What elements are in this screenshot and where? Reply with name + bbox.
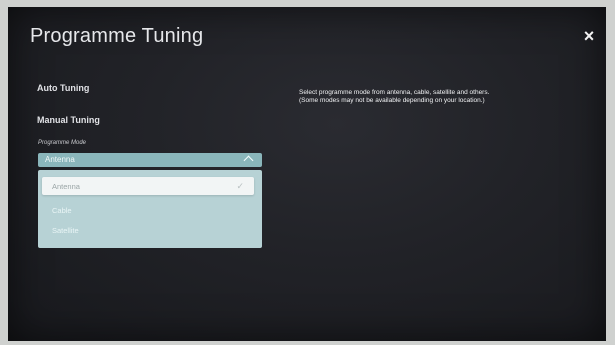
option-label: Satellite: [52, 226, 79, 235]
tv-screen: Programme Tuning × Auto Tuning Manual Tu…: [8, 7, 606, 341]
chevron-up-icon: [243, 155, 254, 166]
check-icon: ✓: [236, 181, 244, 191]
menu-item-manual-tuning[interactable]: Manual Tuning: [37, 115, 100, 125]
option-cable[interactable]: Cable: [42, 201, 254, 219]
close-icon[interactable]: ×: [580, 27, 598, 45]
menu-item-auto-tuning[interactable]: Auto Tuning: [37, 83, 89, 93]
option-label: Cable: [52, 206, 72, 215]
option-label: Antenna: [52, 182, 80, 191]
help-description-line: Select programme mode from antenna, cabl…: [299, 89, 490, 96]
option-satellite[interactable]: Satellite: [42, 221, 254, 239]
option-antenna[interactable]: Antenna ✓: [42, 177, 254, 195]
page-title: Programme Tuning: [30, 25, 204, 47]
programme-mode-selected-value: Antenna: [45, 155, 75, 164]
programme-mode-label: Programme Mode: [38, 140, 87, 146]
help-description-line: (Some modes may not be available dependi…: [299, 97, 485, 104]
programme-mode-dropdown: Antenna ✓ Cable Satellite: [38, 170, 262, 248]
programme-mode-select[interactable]: Antenna: [38, 153, 262, 167]
help-description: Select programme mode from antenna, cabl…: [299, 89, 589, 105]
